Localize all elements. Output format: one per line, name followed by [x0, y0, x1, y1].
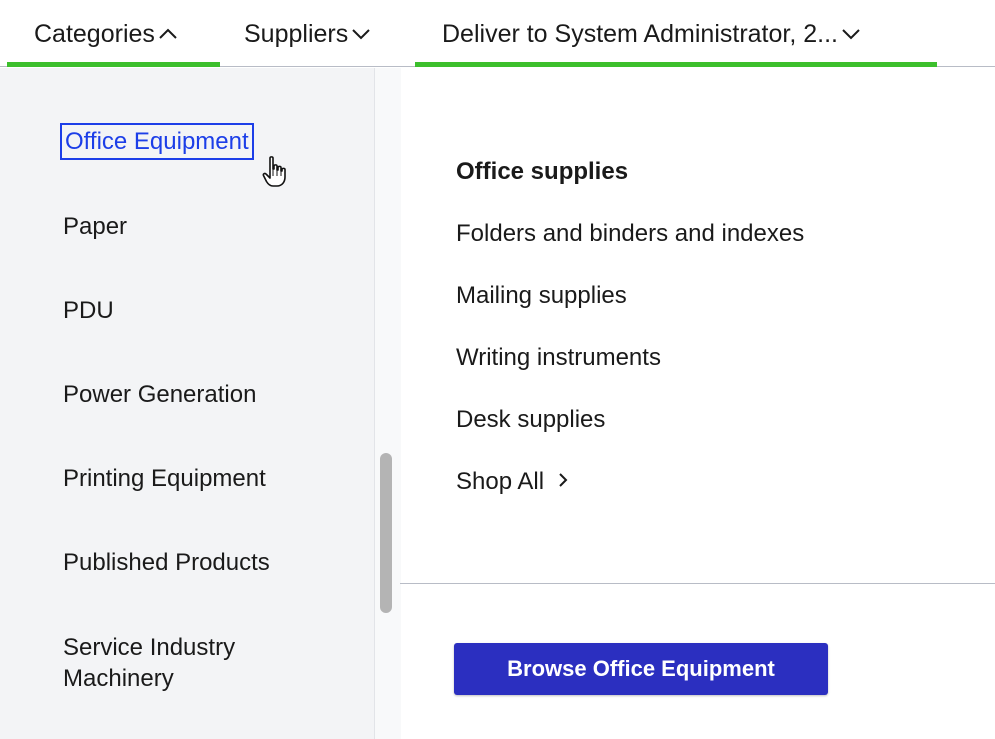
panel-divider-line: [400, 583, 995, 584]
shop-all-link[interactable]: Shop All: [456, 467, 569, 497]
subcategory-folders-binders-indexes[interactable]: Folders and binders and indexes: [456, 219, 804, 249]
categories-label: Categories: [34, 19, 155, 48]
category-paper[interactable]: Paper: [63, 211, 127, 242]
chevron-down-icon: [351, 27, 371, 41]
subcategory-writing-instruments[interactable]: Writing instruments: [456, 343, 661, 373]
browse-office-equipment-button[interactable]: Browse Office Equipment: [454, 643, 828, 695]
category-power-generation[interactable]: Power Generation: [63, 379, 256, 410]
category-service-industry-line1: Service Industry: [63, 634, 236, 661]
subcategory-mailing-supplies[interactable]: Mailing supplies: [456, 281, 627, 311]
category-service-industry-line2: Machinery: [63, 665, 174, 692]
categories-active-underline: [7, 62, 220, 67]
category-office-equipment[interactable]: Office Equipment: [60, 123, 254, 160]
shop-all-label: Shop All: [456, 468, 545, 495]
category-pdu[interactable]: PDU: [63, 295, 114, 326]
category-service-industry-machinery[interactable]: Service Industry Machinery: [63, 632, 235, 694]
chevron-up-icon: [158, 27, 178, 41]
subcategory-office-supplies[interactable]: Office supplies: [456, 157, 628, 187]
category-published-products[interactable]: Published Products: [63, 547, 270, 578]
top-nav: Categories Suppliers Deliver to System A…: [0, 0, 995, 68]
chevron-right-icon: [557, 468, 569, 495]
categories-menu[interactable]: Categories: [34, 0, 178, 68]
hand-pointer-icon: [262, 156, 288, 188]
chevron-down-icon: [841, 27, 861, 41]
suppliers-label: Suppliers: [244, 19, 349, 48]
subcategory-desk-supplies[interactable]: Desk supplies: [456, 405, 605, 435]
suppliers-menu[interactable]: Suppliers: [244, 0, 371, 68]
category-printing-equipment[interactable]: Printing Equipment: [63, 463, 266, 494]
deliver-to-label: Deliver to System Administrator, 2...: [442, 19, 838, 48]
deliver-to-menu[interactable]: Deliver to System Administrator, 2...: [442, 0, 861, 68]
category-scrollbar[interactable]: [380, 453, 392, 613]
category-scroll-track: [374, 68, 401, 739]
deliver-active-underline: [415, 62, 937, 67]
